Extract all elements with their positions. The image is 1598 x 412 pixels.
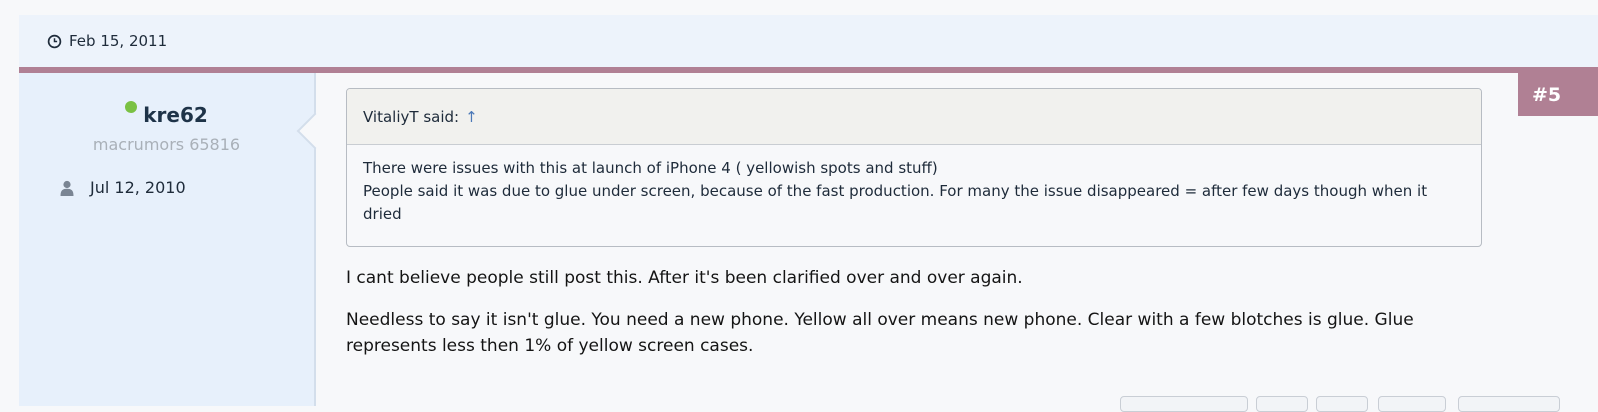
post-date[interactable]: Feb 15, 2011 [47, 32, 167, 50]
quote-block: VitaliyT said: ↑ There were issues with … [346, 88, 1482, 247]
quote-line: There were issues with this at launch of… [363, 159, 938, 177]
quote-author: VitaliyT said: [363, 107, 460, 126]
quote-line: People said it was due to glue under scr… [363, 182, 1428, 223]
user-panel: kre62 macrumors 65816 Jul 12, 2010 [19, 73, 316, 406]
post-header: Feb 15, 2011 [19, 15, 1598, 67]
quote-header: VitaliyT said: ↑ [347, 89, 1481, 145]
person-icon [60, 180, 74, 196]
post-action-button[interactable] [1316, 396, 1368, 412]
clock-icon [47, 34, 62, 48]
user-join-date: Jul 12, 2010 [60, 178, 186, 197]
go-to-quote-arrow-icon[interactable]: ↑ [465, 108, 478, 126]
post-action-button[interactable] [1256, 396, 1308, 412]
post-action-button[interactable] [1120, 396, 1248, 412]
message-paragraph: Needless to say it isn't glue. You need … [346, 310, 1414, 356]
user-name-row: kre62 [19, 101, 314, 127]
post-number-badge[interactable]: #5 [1518, 73, 1598, 116]
join-date-text: Jul 12, 2010 [90, 178, 186, 197]
post-date-text: Feb 15, 2011 [69, 32, 168, 50]
user-title: macrumors 65816 [92, 135, 241, 154]
post-action-button[interactable] [1378, 396, 1446, 412]
message-paragraph: I cant believe people still post this. A… [346, 268, 1023, 288]
online-indicator-icon [125, 101, 138, 113]
username-link[interactable]: kre62 [143, 103, 208, 127]
post-action-button[interactable] [1458, 396, 1560, 412]
post-message: I cant believe people still post this. A… [346, 265, 1466, 375]
quote-body: There were issues with this at launch of… [347, 145, 1481, 226]
